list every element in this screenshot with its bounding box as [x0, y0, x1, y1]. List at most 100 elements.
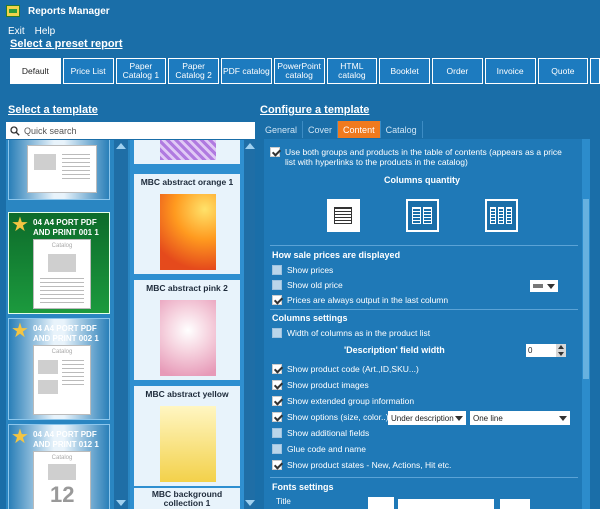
tab-paper-catalog-2[interactable]: Paper Catalog 2 — [168, 58, 219, 84]
tab-html-catalog[interactable]: HTML catalog — [326, 58, 378, 84]
template-item-002[interactable]: ★ 04 A4 PORT PDF AND PRINT 002 1 Catalog — [8, 318, 110, 420]
template-item-001[interactable]: ★ 04 A4 PORT PDF AND PRINT 001 1 Catalog — [8, 212, 110, 314]
prices-last-column-option[interactable]: Prices are always output in the last col… — [272, 295, 448, 305]
thumbnail-caption: Catalog — [51, 243, 73, 249]
thumbnail-number: 12 — [50, 482, 75, 507]
background-thumbnail — [160, 300, 216, 376]
checkbox[interactable] — [272, 265, 282, 275]
fonts-settings-header: Fonts settings — [272, 482, 334, 492]
three-column-icon[interactable] — [484, 199, 518, 232]
width-as-list-option[interactable]: Width of columns as in the product list — [272, 328, 430, 338]
tab-content[interactable]: Content — [338, 121, 381, 138]
chevron-down-icon — [559, 415, 567, 421]
checkbox[interactable] — [272, 364, 282, 374]
sale-prices-header: How sale prices are displayed — [272, 250, 401, 260]
background-column: MBC abstract orange 1 MBC abstract pink … — [130, 140, 244, 509]
search-input[interactable]: Quick search — [6, 122, 255, 139]
option-product-states[interactable]: Show product states - New, Actions, Hit … — [272, 460, 451, 470]
option-label: Show additional fields — [287, 428, 370, 438]
scrollbar-thumb[interactable] — [583, 199, 589, 379]
text-lines — [62, 360, 84, 388]
toc-option[interactable]: Use both groups and products in the tabl… — [270, 147, 570, 167]
one-column-icon[interactable] — [326, 199, 360, 232]
options-layout-select[interactable]: One line — [470, 411, 570, 425]
option-show-options[interactable]: Show options (size, color..) — [272, 412, 389, 422]
checkbox[interactable] — [270, 147, 280, 157]
divider — [270, 245, 578, 246]
checkbox[interactable] — [272, 280, 282, 290]
tab-order[interactable]: Order — [432, 58, 483, 84]
background-item-collection[interactable]: MBC background collection 1 — [134, 488, 240, 509]
checkbox[interactable] — [272, 295, 282, 305]
checkbox[interactable] — [272, 460, 282, 470]
checkbox[interactable] — [272, 428, 282, 438]
option-extended-group[interactable]: Show extended group information — [272, 396, 414, 406]
tab-powerpoint-catalog[interactable]: PowerPoint catalog — [273, 58, 325, 84]
background-item-orange[interactable]: MBC abstract orange 1 — [134, 174, 240, 274]
template-thumbnail: Catalog 12 — [33, 451, 91, 509]
option-product-code[interactable]: Show product code (Art.,ID,SKU...) — [272, 364, 419, 374]
template-name: 04 A4 PORT PDF AND PRINT 001 1 — [33, 218, 99, 237]
tab-quote[interactable]: Quote — [537, 58, 589, 84]
divider — [270, 309, 578, 310]
tab-more[interactable] — [590, 58, 600, 84]
checkbox[interactable] — [272, 396, 282, 406]
tab-default[interactable]: Default — [10, 58, 61, 84]
tab-booklet[interactable]: Booklet — [379, 58, 430, 84]
checkbox[interactable] — [272, 380, 282, 390]
options-position-select[interactable]: Under description — [388, 411, 466, 425]
tab-general[interactable]: General — [260, 121, 304, 138]
tab-pdf-catalog[interactable]: PDF catalog — [221, 58, 272, 84]
tab-price-list[interactable]: Price List — [62, 58, 114, 84]
option-glue-code[interactable]: Glue code and name — [272, 444, 366, 454]
menu-bar: Exit Help — [8, 26, 55, 37]
scroll-down-icon[interactable] — [116, 500, 126, 506]
show-old-price-option[interactable]: Show old price — [272, 280, 343, 290]
font-color-button[interactable] — [368, 497, 394, 509]
font-family-select[interactable] — [398, 499, 494, 509]
image-placeholder-icon — [48, 464, 76, 480]
tab-cover[interactable]: Cover — [303, 121, 339, 138]
option-label: Show prices — [287, 265, 334, 275]
menu-exit[interactable]: Exit — [8, 26, 25, 37]
tab-paper-catalog-1[interactable]: Paper Catalog 1 — [115, 58, 167, 84]
divider — [270, 477, 578, 478]
config-scrollbar[interactable] — [582, 139, 590, 509]
background-name: MBC background collection 1 — [151, 489, 223, 508]
old-price-style-select[interactable] — [530, 280, 558, 292]
checkbox[interactable] — [272, 412, 282, 422]
option-additional-fields[interactable]: Show additional fields — [272, 428, 369, 438]
stepper-arrows-icon[interactable] — [556, 344, 566, 357]
tab-catalog[interactable]: Catalog — [381, 121, 423, 138]
option-label: Show extended group information — [287, 396, 415, 406]
background-item-pink[interactable]: MBC abstract pink 2 — [134, 280, 240, 380]
description-width-input[interactable]: 0 — [526, 344, 556, 357]
background-thumbnail — [160, 194, 216, 270]
star-icon: ★ — [11, 426, 29, 448]
two-column-icon[interactable] — [405, 199, 439, 232]
background-item-partial[interactable] — [134, 140, 240, 164]
option-label: Show options (size, color..) — [287, 412, 389, 422]
tab-invoice[interactable]: Invoice — [484, 58, 536, 84]
option-label: Show product code (Art.,ID,SKU...) — [287, 364, 419, 374]
menu-help[interactable]: Help — [35, 26, 56, 37]
show-prices-option[interactable]: Show prices — [272, 265, 333, 275]
font-size-input[interactable] — [500, 499, 530, 509]
scroll-up-icon[interactable] — [116, 143, 126, 149]
checkbox[interactable] — [272, 444, 282, 454]
checkbox[interactable] — [272, 328, 282, 338]
template-thumbnail: Catalog — [33, 239, 91, 309]
template-item-partial[interactable] — [8, 140, 110, 200]
option-product-images[interactable]: Show product images — [272, 380, 369, 390]
template-item-012[interactable]: ★ 04 A4 PORT PDF AND PRINT 012 1 Catalog… — [8, 424, 110, 509]
text-lines — [62, 154, 90, 182]
scroll-down-icon[interactable] — [245, 500, 255, 506]
description-width-stepper[interactable]: 0 — [526, 344, 566, 357]
template-scrollbar[interactable] — [114, 140, 128, 509]
scroll-up-icon[interactable] — [245, 143, 255, 149]
select-value: Under description — [391, 413, 454, 423]
template-thumbnail: Catalog — [33, 345, 91, 415]
background-scrollbar[interactable] — [244, 140, 255, 509]
background-item-yellow[interactable]: MBC abstract yellow — [134, 386, 240, 486]
background-name: MBC abstract yellow — [145, 388, 229, 399]
